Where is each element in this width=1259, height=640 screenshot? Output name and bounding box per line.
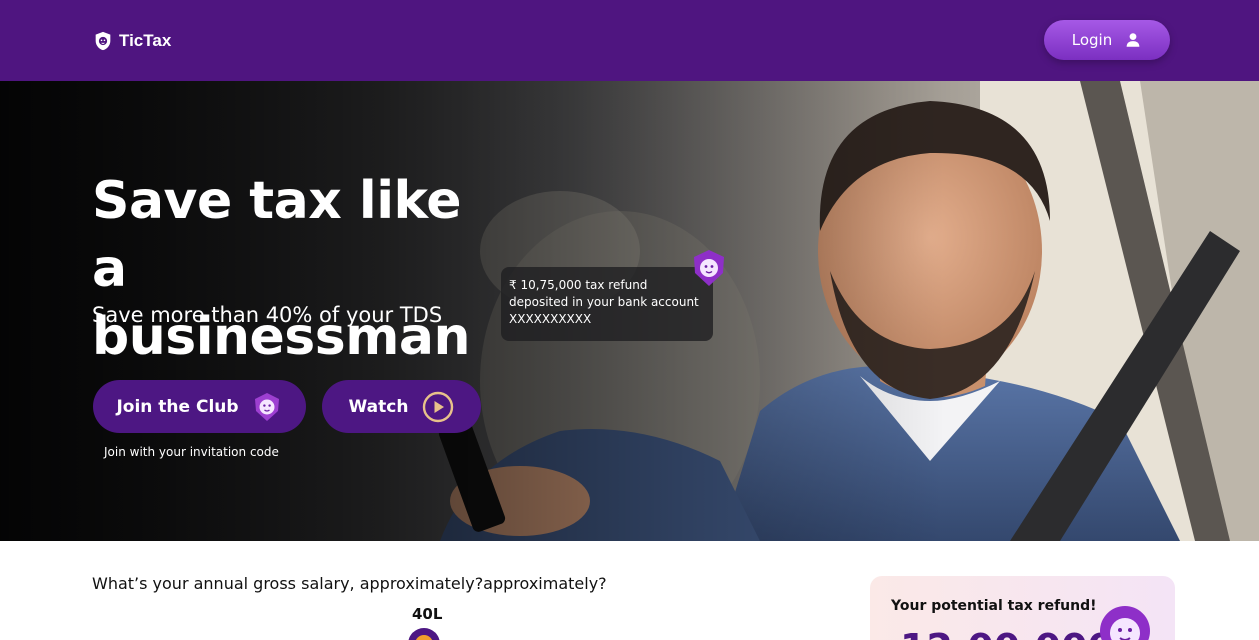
user-icon [1126,33,1140,47]
join-club-button[interactable]: Join the Club [93,380,306,433]
refund-card-title: Your potential tax refund! [891,598,1097,614]
toast-line-deposit: deposited in your bank account [509,295,699,309]
lion-badge-icon [694,250,724,286]
login-label: Login [1071,31,1113,49]
login-button[interactable]: Login [1044,20,1170,60]
brand-name: TicTax [119,31,172,50]
brand-logo[interactable]: TicTax [92,29,171,53]
toast-line-account: XXXXXXXXXX [509,312,592,326]
toast-line-amount: ₹ 10,75,000 tax refund [509,278,648,292]
hero-banner: Save tax like a businessman Save more th… [0,81,1259,541]
join-club-label: Join the Club [116,396,239,417]
lion-shield-icon [95,31,111,51]
play-circle-icon [423,391,454,422]
salary-slider-value: 40L [412,605,443,623]
refund-amount: 12,00,000 [900,626,1114,640]
tax-refund-card: Your potential tax refund! 12,00,000 [870,576,1175,640]
watch-label: Watch [348,396,409,417]
refund-notification-toast: ₹ 10,75,000 tax refund deposited in your… [501,267,713,341]
hero-title: Save tax like a businessman [92,171,471,367]
top-navbar: TicTax Login [0,0,1259,81]
invitation-code-link[interactable]: Join with your invitation code [104,445,279,459]
lion-icon [1100,606,1150,640]
salary-question: What’s your annual gross salary, approxi… [92,574,607,593]
salary-slider-thumb[interactable] [408,628,440,640]
watch-video-button[interactable]: Watch [322,380,481,433]
hero-subtitle: Save more than 40% of your TDS [92,303,443,327]
lion-badge-icon [254,392,279,421]
